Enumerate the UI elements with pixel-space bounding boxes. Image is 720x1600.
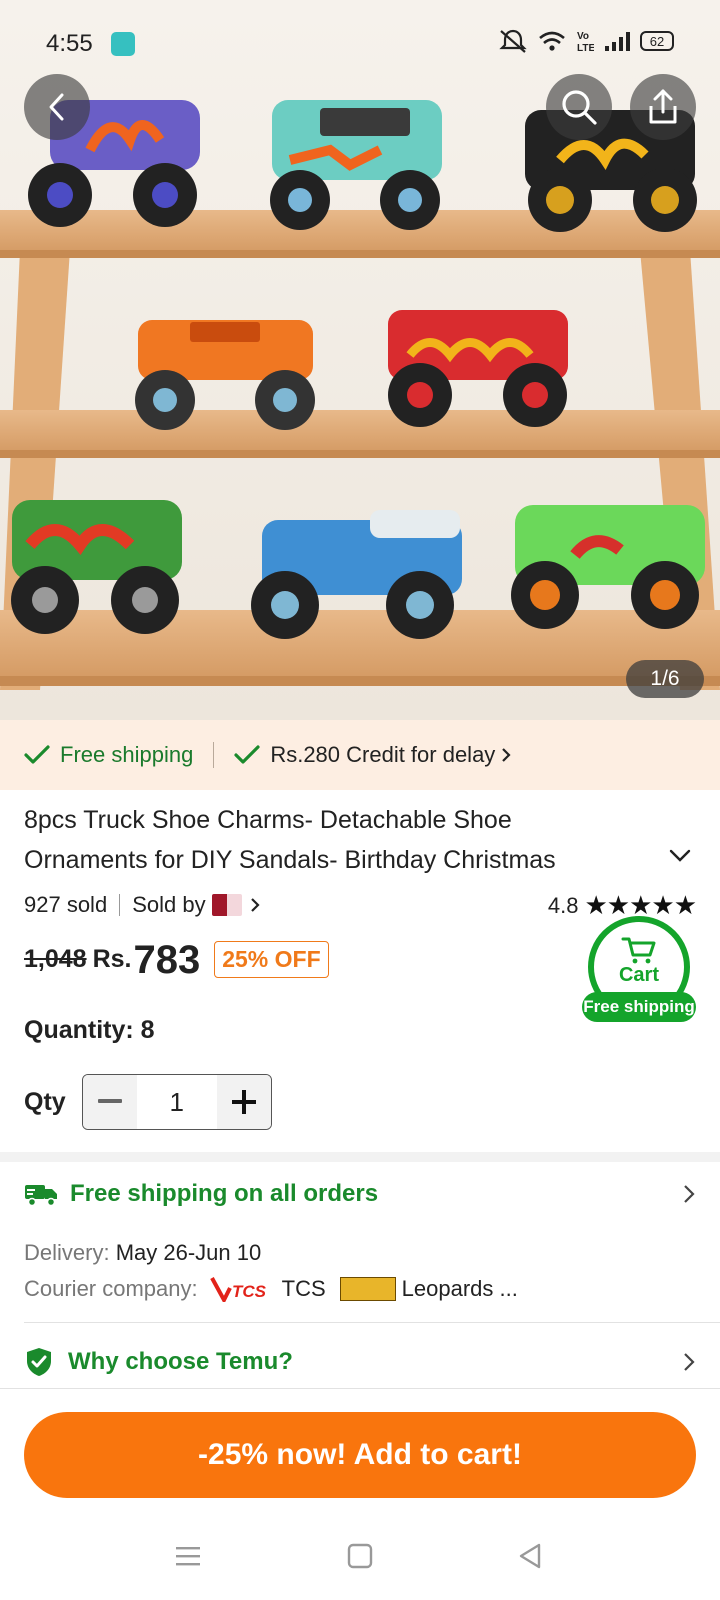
courier-row: Courier company: TCS TCS Leopards ... xyxy=(24,1276,518,1302)
expand-title-chevron-icon[interactable] xyxy=(668,848,692,864)
product-photo xyxy=(0,0,720,720)
delay-credit-link[interactable]: Rs.280 Credit for delay xyxy=(270,742,513,768)
status-time: 4:55 xyxy=(46,30,93,57)
svg-text:TCS: TCS xyxy=(232,1282,267,1301)
svg-text:Vo: Vo xyxy=(577,31,589,42)
free-shipping-headline: Free shipping on all orders xyxy=(70,1180,379,1207)
recents-button[interactable] xyxy=(158,1526,218,1586)
delivery-window: Delivery: May 26-Jun 10 xyxy=(24,1240,261,1266)
courier-label: Courier company: xyxy=(24,1276,198,1301)
svg-text:LTE: LTE xyxy=(577,43,594,53)
back-triangle-icon xyxy=(519,1543,541,1569)
add-to-cart-button[interactable]: -25% now! Add to cart! xyxy=(24,1412,696,1498)
delivery-dates: May 26-Jun 10 xyxy=(115,1240,262,1265)
current-price: 783 xyxy=(133,938,201,982)
divider xyxy=(213,742,215,768)
why-choose-label: Why choose Temu? xyxy=(68,1348,293,1375)
system-nav-bar xyxy=(0,1526,720,1586)
tcs-logo: TCS xyxy=(209,1277,267,1302)
decrement-button[interactable] xyxy=(82,1075,137,1129)
app-notification-icon xyxy=(111,32,135,56)
seller-logo xyxy=(211,894,242,916)
cart-icon xyxy=(621,937,656,964)
battery-icon: 62 xyxy=(640,31,674,51)
floating-cart-button[interactable]: Cart Free shipping xyxy=(582,916,696,1028)
courier-leopards: Leopards ... xyxy=(401,1276,518,1301)
delivery-label: Delivery: xyxy=(24,1240,110,1265)
check-icon xyxy=(234,745,260,764)
why-choose-temu-row[interactable]: Why choose Temu? xyxy=(24,1346,696,1378)
delay-credit-label: Rs.280 Credit for delay xyxy=(270,742,496,767)
chevron-right-icon xyxy=(250,898,260,912)
currency-symbol: Rs. xyxy=(92,945,132,973)
increment-button[interactable] xyxy=(216,1075,271,1129)
price-row: 1,048 Rs. 783 25% OFF xyxy=(24,940,329,980)
seller-link[interactable]: Sold by xyxy=(132,892,261,918)
quantity-stepper[interactable]: 1 xyxy=(81,1074,272,1130)
rating-value: 4.8 xyxy=(547,892,579,918)
product-image-gallery[interactable]: 4:55 Vo LTE 62 1/6 xyxy=(0,0,720,720)
minus-icon xyxy=(97,1099,122,1103)
divider xyxy=(24,1322,720,1323)
system-back-button[interactable] xyxy=(500,1526,560,1586)
share-button[interactable] xyxy=(630,74,696,140)
sold-info-row: 927 sold Sold by xyxy=(24,892,262,918)
status-icons: Vo LTE 62 xyxy=(498,28,674,54)
wifi-icon xyxy=(539,31,565,51)
shield-check-icon xyxy=(27,1348,51,1376)
search-icon xyxy=(562,90,597,125)
quantity-value[interactable]: 1 xyxy=(136,1075,217,1129)
section-divider xyxy=(0,1152,720,1162)
free-shipping-label: Free shipping xyxy=(60,742,194,767)
free-shipping-all-orders-row[interactable]: Free shipping on all orders xyxy=(24,1180,696,1208)
home-button[interactable] xyxy=(330,1526,390,1586)
leopards-logo xyxy=(339,1277,396,1301)
mute-bell-icon xyxy=(499,29,527,53)
menu-lines-icon xyxy=(176,1547,200,1566)
product-title: 8pcs Truck Shoe Charms- Detachable Shoe … xyxy=(24,806,556,874)
chevron-left-icon xyxy=(49,93,64,121)
chevron-right-icon xyxy=(684,1185,695,1203)
qty-label: Qty xyxy=(24,1087,66,1116)
qty-selector-row: Qty 1 xyxy=(24,1074,272,1130)
divider xyxy=(119,894,121,916)
chevron-right-icon xyxy=(684,1353,695,1371)
sold-count: 927 sold xyxy=(24,892,108,917)
original-price: 1,048 xyxy=(24,945,87,973)
cart-free-shipping-badge: Free shipping xyxy=(582,992,696,1022)
shipping-promo-strip[interactable]: Free shipping Rs.280 Credit for delay xyxy=(0,720,720,790)
search-button[interactable] xyxy=(546,74,612,140)
status-bar: 4:55 Vo LTE 62 xyxy=(0,0,720,88)
chevron-right-icon xyxy=(502,748,511,762)
plus-icon xyxy=(231,1090,256,1114)
check-icon xyxy=(24,745,50,764)
image-counter: 1/6 xyxy=(626,660,704,698)
share-icon xyxy=(649,89,677,124)
home-square-icon xyxy=(347,1543,373,1569)
divider xyxy=(0,1388,720,1389)
courier-tcs: TCS xyxy=(281,1276,326,1301)
volte-icon: Vo LTE xyxy=(577,31,594,53)
delivery-truck-icon xyxy=(25,1185,57,1207)
signal-icon xyxy=(605,32,630,51)
sold-by-label: Sold by xyxy=(132,892,206,917)
back-button[interactable] xyxy=(24,74,90,140)
discount-badge: 25% OFF xyxy=(214,941,329,978)
cart-label: Cart xyxy=(618,964,659,986)
pack-quantity: Quantity: 8 xyxy=(24,1016,155,1044)
